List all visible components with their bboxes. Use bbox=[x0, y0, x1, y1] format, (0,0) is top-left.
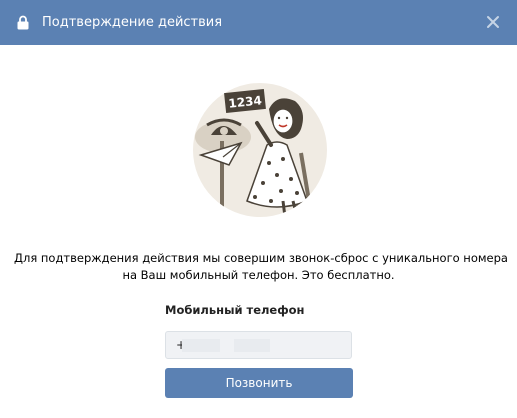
description-line-1: Для подтверждения действия мы совершим з… bbox=[14, 251, 508, 265]
call-reset-illustration: 1234 bbox=[193, 83, 327, 217]
call-button[interactable]: Позвонить bbox=[165, 368, 353, 398]
redacted-digits bbox=[234, 339, 270, 352]
phone-input[interactable]: + 63 bbox=[165, 331, 352, 359]
dialog-header: Подтверждение действия bbox=[0, 0, 517, 45]
dialog-title: Подтверждение действия bbox=[42, 15, 223, 30]
description-line-2: на Ваш мобильный телефон. Это бесплатно. bbox=[122, 268, 395, 282]
confirm-action-dialog: Подтверждение действия 1234 Для подтверж… bbox=[0, 0, 517, 418]
description-text: Для подтверждения действия мы совершим з… bbox=[14, 250, 508, 284]
phone-field-label: Мобильный телефон bbox=[165, 303, 305, 317]
close-icon[interactable] bbox=[486, 15, 500, 29]
lock-icon bbox=[17, 15, 29, 30]
redacted-digits bbox=[182, 339, 220, 352]
